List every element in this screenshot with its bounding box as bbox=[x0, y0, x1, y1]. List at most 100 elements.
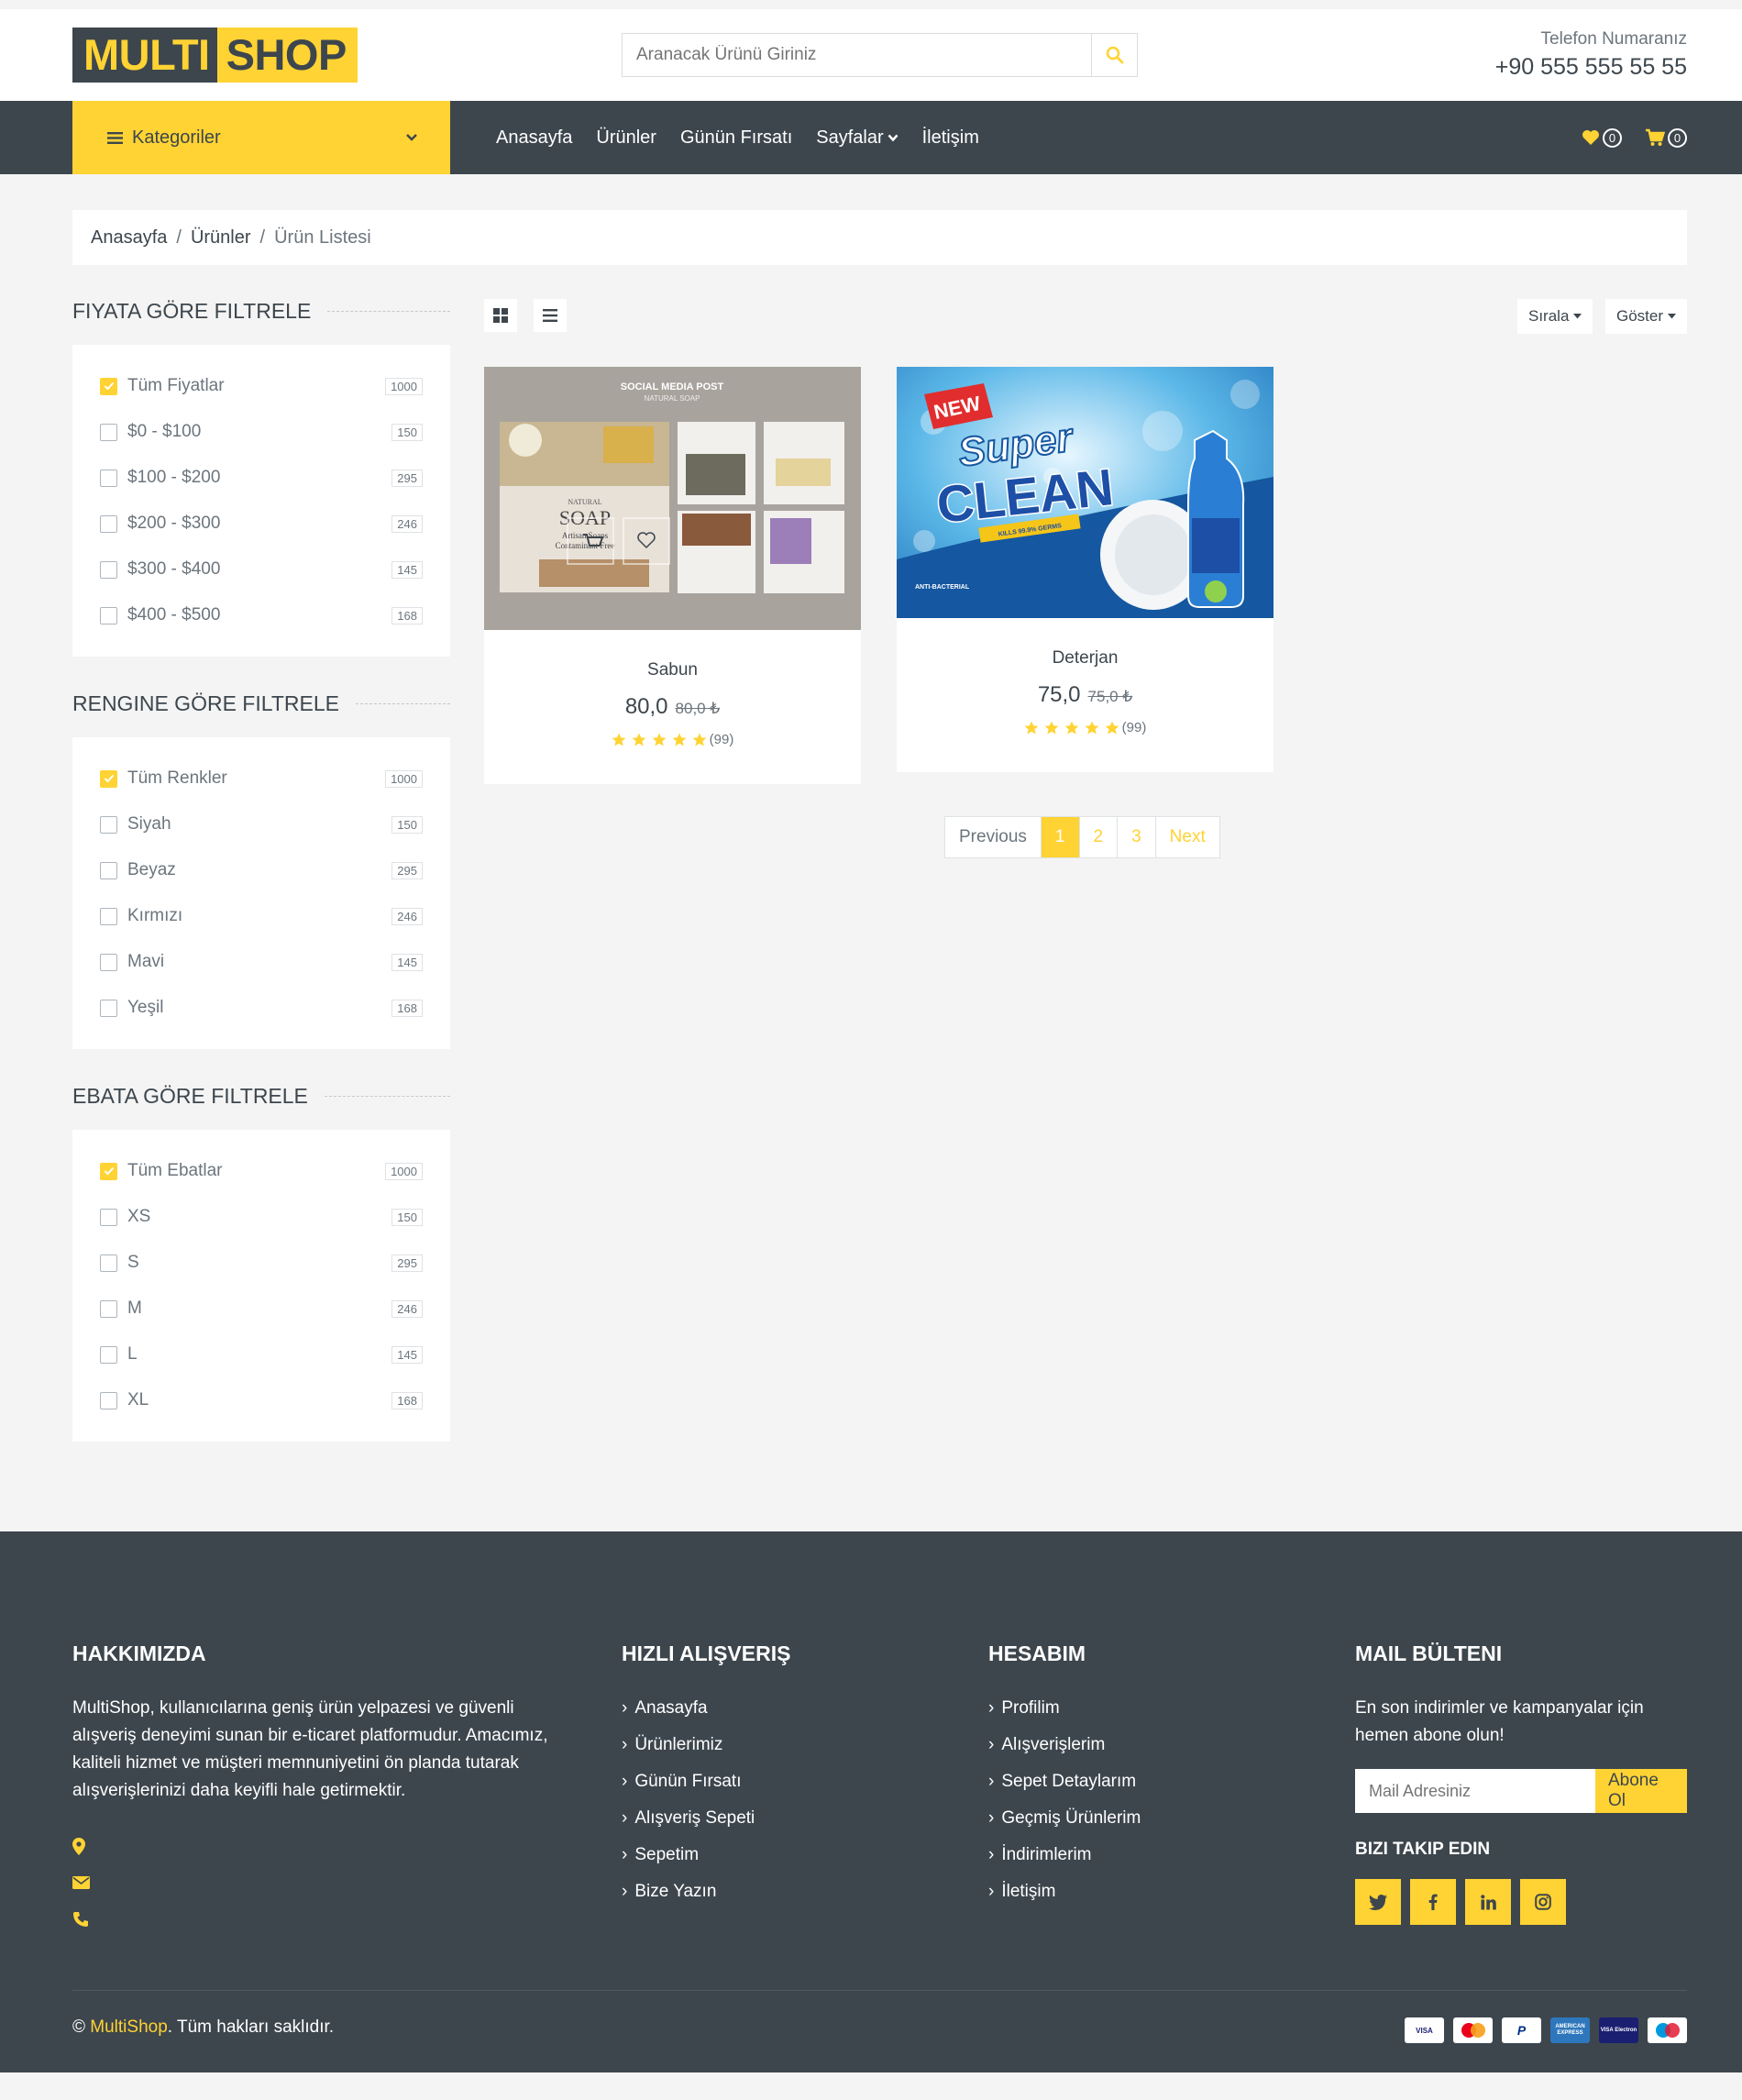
filter-label: Beyaz bbox=[127, 860, 176, 879]
filter-count: 295 bbox=[391, 469, 423, 487]
checkbox-checked[interactable] bbox=[100, 769, 117, 788]
checkbox[interactable] bbox=[100, 469, 117, 487]
nav-link-contact[interactable]: İletişim bbox=[922, 127, 979, 149]
checkbox[interactable] bbox=[100, 606, 117, 624]
checkbox[interactable] bbox=[100, 907, 117, 925]
filter-count: 1000 bbox=[385, 769, 423, 788]
amex-card-icon: AMERICAN EXPRESS bbox=[1550, 2017, 1590, 2043]
pagination-next[interactable]: Next bbox=[1154, 817, 1219, 857]
show-dropdown[interactable]: Göster bbox=[1605, 299, 1688, 334]
list-view-button[interactable] bbox=[534, 299, 567, 332]
filter-item[interactable]: Siyah 150 bbox=[100, 801, 423, 847]
checkbox[interactable] bbox=[100, 999, 117, 1017]
checkbox-checked[interactable] bbox=[100, 377, 117, 395]
pagination-page-1[interactable]: 1 bbox=[1040, 817, 1079, 857]
filter-item[interactable]: M 246 bbox=[100, 1286, 423, 1332]
filter-item[interactable]: Yeşil 168 bbox=[100, 985, 423, 1031]
grid-view-button[interactable] bbox=[484, 299, 517, 332]
filter-count: 295 bbox=[391, 1254, 423, 1272]
filter-item[interactable]: XS 150 bbox=[100, 1194, 423, 1240]
product-name[interactable]: Deterjan bbox=[897, 648, 1273, 669]
footer-email[interactable]: atar.ozer0@gmail.com bbox=[72, 1864, 277, 1901]
footer-account-link[interactable]: › Alışverişlerim bbox=[988, 1727, 1141, 1763]
checkbox-checked[interactable] bbox=[100, 1162, 117, 1180]
search-button[interactable] bbox=[1091, 34, 1137, 76]
filter-item[interactable]: $400 - $500 168 bbox=[100, 592, 423, 638]
filter-item[interactable]: XL 168 bbox=[100, 1377, 423, 1423]
filter-item[interactable]: Kırmızı 246 bbox=[100, 893, 423, 939]
wishlist-button[interactable]: 0 bbox=[1582, 127, 1622, 148]
cart-count: 0 bbox=[1668, 127, 1687, 148]
breadcrumb-home[interactable]: Anasayfa bbox=[91, 227, 167, 249]
checkbox[interactable] bbox=[100, 1391, 117, 1409]
footer-quick-link[interactable]: › Sepetim bbox=[622, 1837, 755, 1873]
cart-button[interactable]: 0 bbox=[1645, 127, 1687, 148]
nav-link-home[interactable]: Anasayfa bbox=[496, 127, 572, 149]
footer-phone[interactable]: 05360203102 bbox=[72, 1901, 208, 1938]
product-image[interactable]: NEW Super CLEAN KILLS 99.9% GERMS ANTI-B… bbox=[897, 367, 1273, 618]
filter-title-text: EBATA GÖRE FILTRELE bbox=[72, 1084, 308, 1108]
product-card[interactable]: SOCIAL MEDIA POST NATURAL SOAP NATURAL S… bbox=[484, 367, 861, 784]
footer-account-link[interactable]: › İletişim bbox=[988, 1873, 1141, 1910]
filter-item[interactable]: Tüm Fiyatlar 1000 bbox=[100, 363, 423, 409]
pagination-page-3[interactable]: 3 bbox=[1117, 817, 1155, 857]
sort-dropdown[interactable]: Sırala bbox=[1517, 299, 1593, 334]
footer-account-title: HESABIM bbox=[988, 1641, 1086, 1665]
nav-link-pages[interactable]: Sayfalar bbox=[816, 127, 899, 149]
star-icon bbox=[652, 733, 667, 746]
twitter-button[interactable] bbox=[1355, 1879, 1401, 1925]
footer-quick-link[interactable]: › Ürünlerimiz bbox=[622, 1727, 755, 1763]
checkbox[interactable] bbox=[100, 560, 117, 579]
nav-link-products[interactable]: Ürünler bbox=[596, 127, 656, 149]
footer-quick-link[interactable]: › Anasayfa bbox=[622, 1690, 755, 1727]
nav-link-deal[interactable]: Günün Fırsatı bbox=[680, 127, 792, 149]
instagram-button[interactable] bbox=[1520, 1879, 1566, 1925]
product-card[interactable]: NEW Super CLEAN KILLS 99.9% GERMS ANTI-B… bbox=[897, 367, 1273, 772]
footer-quick-link[interactable]: › Alışveriş Sepeti bbox=[622, 1800, 755, 1837]
footer-account-link[interactable]: › Sepet Detaylarım bbox=[988, 1763, 1141, 1800]
star-icon bbox=[692, 733, 707, 746]
copyright-brand[interactable]: MultiShop bbox=[90, 2017, 168, 2037]
filter-item[interactable]: Beyaz 295 bbox=[100, 847, 423, 893]
chevron-down-icon bbox=[406, 134, 417, 141]
filter-item[interactable]: $0 - $100 150 bbox=[100, 409, 423, 455]
checkbox[interactable] bbox=[100, 1208, 117, 1226]
chevron-right-icon: › bbox=[622, 1698, 628, 1718]
filter-item[interactable]: L 145 bbox=[100, 1332, 423, 1377]
checkbox[interactable] bbox=[100, 861, 117, 879]
filter-item[interactable]: Tüm Renkler 1000 bbox=[100, 756, 423, 801]
newsletter-subscribe-button[interactable]: Abone Ol bbox=[1595, 1769, 1687, 1813]
checkbox[interactable] bbox=[100, 1254, 117, 1272]
pagination-previous[interactable]: Previous bbox=[945, 817, 1041, 857]
newsletter-email-input[interactable] bbox=[1355, 1769, 1595, 1813]
filter-item[interactable]: Mavi 145 bbox=[100, 939, 423, 985]
linkedin-button[interactable] bbox=[1465, 1879, 1511, 1925]
filter-item[interactable]: Tüm Ebatlar 1000 bbox=[100, 1148, 423, 1194]
filter-item[interactable]: $100 - $200 295 bbox=[100, 455, 423, 501]
logo[interactable]: MULTI SHOP bbox=[72, 28, 358, 83]
checkbox[interactable] bbox=[100, 423, 117, 441]
checkbox[interactable] bbox=[100, 1299, 117, 1318]
checkbox[interactable] bbox=[100, 953, 117, 971]
checkbox[interactable] bbox=[100, 815, 117, 834]
checkbox[interactable] bbox=[100, 1345, 117, 1364]
product-name[interactable]: Sabun bbox=[484, 660, 861, 680]
star-icon bbox=[612, 733, 626, 746]
footer-quick-link-label: Günün Fırsatı bbox=[634, 1772, 742, 1791]
checkbox[interactable] bbox=[100, 514, 117, 533]
pagination-page-2[interactable]: 2 bbox=[1078, 817, 1118, 857]
categories-button[interactable]: Kategoriler bbox=[72, 101, 450, 174]
footer-quick-link[interactable]: › Bize Yazın bbox=[622, 1873, 755, 1910]
product-image[interactable]: SOCIAL MEDIA POST NATURAL SOAP NATURAL S… bbox=[484, 367, 861, 630]
filter-item[interactable]: S 295 bbox=[100, 1240, 423, 1286]
breadcrumb-products[interactable]: Ürünler bbox=[191, 227, 251, 249]
facebook-button[interactable] bbox=[1410, 1879, 1456, 1925]
footer-quick-link[interactable]: › Günün Fırsatı bbox=[622, 1763, 755, 1800]
footer-account-link[interactable]: › İndirimlerim bbox=[988, 1837, 1141, 1873]
filter-item[interactable]: $300 - $400 145 bbox=[100, 547, 423, 592]
search-input[interactable] bbox=[623, 34, 1091, 76]
footer-account-link-label: İndirimlerim bbox=[1001, 1845, 1092, 1864]
footer-account-link[interactable]: › Profilim bbox=[988, 1690, 1141, 1727]
filter-item[interactable]: $200 - $300 246 bbox=[100, 501, 423, 547]
footer-account-link[interactable]: › Geçmiş Ürünlerim bbox=[988, 1800, 1141, 1837]
